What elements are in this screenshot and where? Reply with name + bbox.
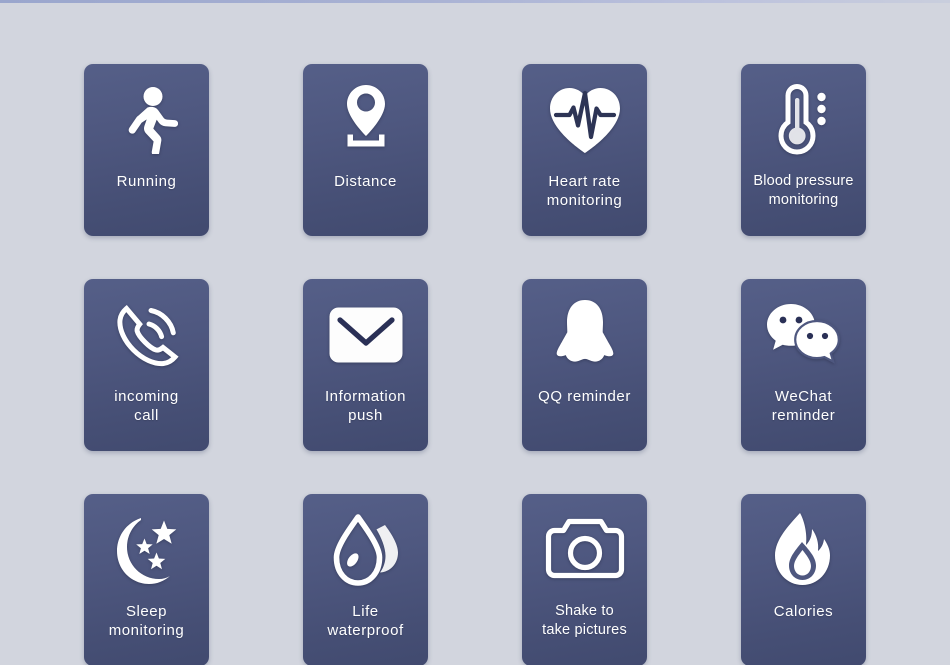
- feature-label: Sleep monitoring: [108, 603, 185, 639]
- feature-card-calories[interactable]: Calories: [741, 494, 866, 665]
- location-pin-icon: [303, 64, 428, 172]
- feature-label: Heart rate monitoring: [546, 173, 623, 209]
- flame-icon: [741, 494, 866, 602]
- feature-label: QQ reminder: [538, 388, 631, 405]
- water-droplet-icon: [303, 494, 428, 602]
- feature-card-sleep-monitoring[interactable]: Sleep monitoring: [84, 494, 209, 665]
- feature-card-incoming-call[interactable]: incoming call: [84, 279, 209, 451]
- feature-card-qq-reminder[interactable]: QQ reminder: [522, 279, 647, 451]
- feature-label: Information push: [324, 388, 407, 424]
- feature-label: incoming call: [114, 388, 179, 424]
- thermometer-icon: [741, 64, 866, 172]
- feature-label: Running: [116, 173, 177, 190]
- feature-label: Calories: [773, 603, 834, 620]
- wechat-bubbles-icon: [741, 279, 866, 387]
- feature-card-wechat-reminder[interactable]: WeChat reminder: [741, 279, 866, 451]
- feature-card-information-push[interactable]: Information push: [303, 279, 428, 451]
- feature-card-distance[interactable]: Distance: [303, 64, 428, 236]
- feature-label: Distance: [334, 173, 397, 190]
- feature-card-heart-rate[interactable]: Heart rate monitoring: [522, 64, 647, 236]
- moon-stars-icon: [84, 494, 209, 602]
- envelope-icon: [303, 279, 428, 387]
- feature-label: Life waterproof: [327, 603, 404, 639]
- feature-card-shake-photo[interactable]: Shake to take pictures: [522, 494, 647, 665]
- qq-penguin-icon: [522, 279, 647, 387]
- running-icon: [84, 64, 209, 172]
- feature-grid: Running Distance Heart rate monitoring B…: [0, 0, 950, 665]
- feature-label: WeChat reminder: [771, 388, 836, 424]
- camera-icon: [522, 494, 647, 602]
- feature-label: Blood pressure monitoring: [753, 173, 854, 208]
- phone-ringing-icon: [84, 279, 209, 387]
- heart-ecg-icon: [522, 64, 647, 172]
- feature-label: Shake to take pictures: [542, 603, 627, 638]
- feature-card-blood-pressure[interactable]: Blood pressure monitoring: [741, 64, 866, 236]
- feature-card-running[interactable]: Running: [84, 64, 209, 236]
- feature-card-life-waterproof[interactable]: Life waterproof: [303, 494, 428, 665]
